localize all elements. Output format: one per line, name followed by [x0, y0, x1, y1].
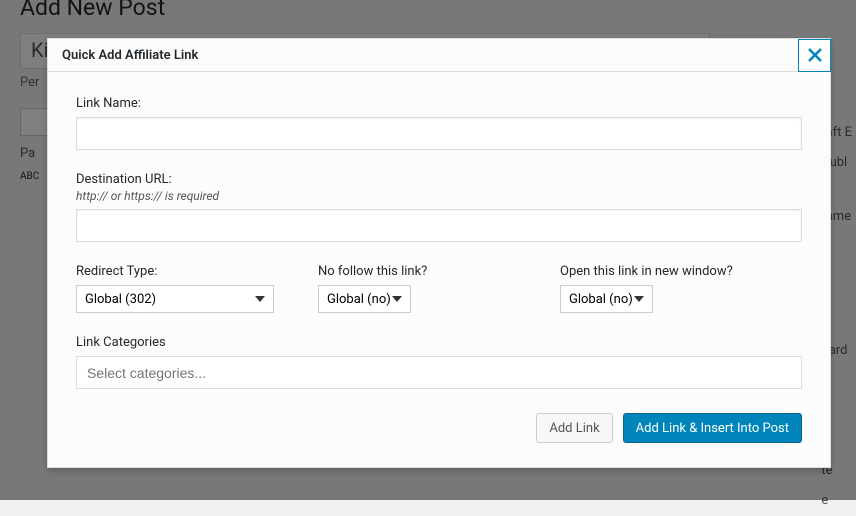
link-name-input[interactable]	[76, 117, 802, 150]
modal-header: Quick Add Affiliate Link	[48, 39, 830, 72]
modal-title: Quick Add Affiliate Link	[62, 48, 198, 63]
link-categories-input[interactable]	[76, 356, 802, 389]
link-categories-label: Link Categories	[76, 335, 802, 350]
destination-url-label: Destination URL:	[76, 172, 802, 187]
destination-url-input[interactable]	[76, 209, 802, 242]
redirect-type-label: Redirect Type:	[76, 264, 318, 279]
redirect-type-value: Global (302)	[85, 292, 156, 307]
link-categories-field: Link Categories	[76, 335, 802, 389]
link-name-field: Link Name:	[76, 96, 802, 150]
new-window-select[interactable]: Global (no)	[560, 285, 653, 313]
close-button[interactable]	[798, 39, 831, 72]
close-icon	[808, 48, 822, 62]
destination-url-field: Destination URL: http:// or https:// is …	[76, 172, 802, 242]
new-window-label: Open this link in new window?	[560, 264, 802, 279]
add-link-insert-button[interactable]: Add Link & Insert Into Post	[623, 413, 802, 443]
add-link-button[interactable]: Add Link	[536, 413, 612, 443]
destination-url-hint: http:// or https:// is required	[76, 189, 802, 203]
options-row: Redirect Type: Global (302) No follow th…	[76, 264, 802, 313]
link-name-label: Link Name:	[76, 96, 802, 111]
modal-body: Link Name: Destination URL: http:// or h…	[48, 72, 830, 467]
nofollow-label: No follow this link?	[318, 264, 560, 279]
chevron-down-icon	[392, 296, 402, 302]
nofollow-value: Global (no)	[327, 292, 391, 307]
new-window-value: Global (no)	[569, 292, 633, 307]
redirect-type-select[interactable]: Global (302)	[76, 285, 274, 313]
chevron-down-icon	[634, 296, 644, 302]
chevron-down-icon	[255, 296, 265, 302]
nofollow-select[interactable]: Global (no)	[318, 285, 411, 313]
quick-add-affiliate-modal: Quick Add Affiliate Link Link Name: Dest…	[47, 38, 831, 468]
modal-footer: Add Link Add Link & Insert Into Post	[76, 413, 802, 443]
